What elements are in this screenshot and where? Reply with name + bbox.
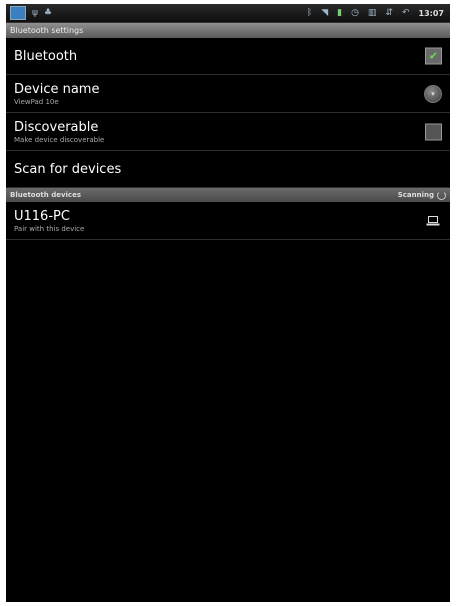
scan-for-devices-row[interactable]: Scan for devices <box>6 151 450 188</box>
device-name-value: ViewPad 10e <box>14 97 59 106</box>
device-item-name: U116-PC <box>14 208 70 224</box>
bluetooth-toggle-row[interactable]: Bluetooth ✔ <box>6 38 450 75</box>
wifi-icon: ◥ <box>321 8 329 18</box>
device-item-summary: Pair with this device <box>14 224 85 233</box>
signal-icon: ▥ <box>367 8 377 18</box>
discoverable-row[interactable]: Discoverable Make device discoverable <box>6 113 450 151</box>
scanning-label: Scanning <box>397 191 434 199</box>
clock-icon: ◷ <box>351 8 359 18</box>
android-icon: ♣ <box>43 8 53 18</box>
spinner-icon <box>437 190 446 200</box>
usb-icon: ψ <box>32 8 38 18</box>
back-icon[interactable]: ↶ <box>402 7 410 19</box>
bluetooth-icon: ᛒ <box>306 8 313 18</box>
app-icon[interactable] <box>10 6 26 20</box>
section-title: Bluetooth devices <box>10 191 81 199</box>
laptop-icon <box>426 215 440 225</box>
status-time: 13:07 <box>418 8 444 18</box>
discoverable-summary: Make device discoverable <box>14 135 105 144</box>
dropdown-arrow-icon[interactable]: ▾ <box>424 84 442 103</box>
discoverable-checkbox[interactable] <box>425 123 442 140</box>
checkmark-icon: ✔ <box>428 49 439 63</box>
bluetooth-checkbox[interactable]: ✔ <box>425 47 442 65</box>
scan-label: Scan for devices <box>14 161 122 177</box>
device-name-row[interactable]: Device name ViewPad 10e ▾ <box>6 75 450 113</box>
sync-icon: ⇵ <box>385 8 393 18</box>
status-bar: ψ ♣ ᛒ ◥ ▮ ◷ ▥ ⇵ ↶ 13:07 <box>6 4 450 23</box>
device-name-label: Device name <box>14 81 100 97</box>
device-list-item[interactable]: U116-PC Pair with this device <box>6 202 450 240</box>
battery-icon: ▮ <box>337 8 343 18</box>
scanning-status: Scanning <box>397 190 446 200</box>
tablet-screen: ψ ♣ ᛒ ◥ ▮ ◷ ▥ ⇵ ↶ 13:07 Bluetooth settin… <box>6 4 450 602</box>
discoverable-label: Discoverable <box>14 119 99 135</box>
bluetooth-label: Bluetooth <box>14 48 78 64</box>
page-title: Bluetooth settings <box>6 23 450 38</box>
bluetooth-devices-header: Bluetooth devices Scanning <box>6 188 450 202</box>
